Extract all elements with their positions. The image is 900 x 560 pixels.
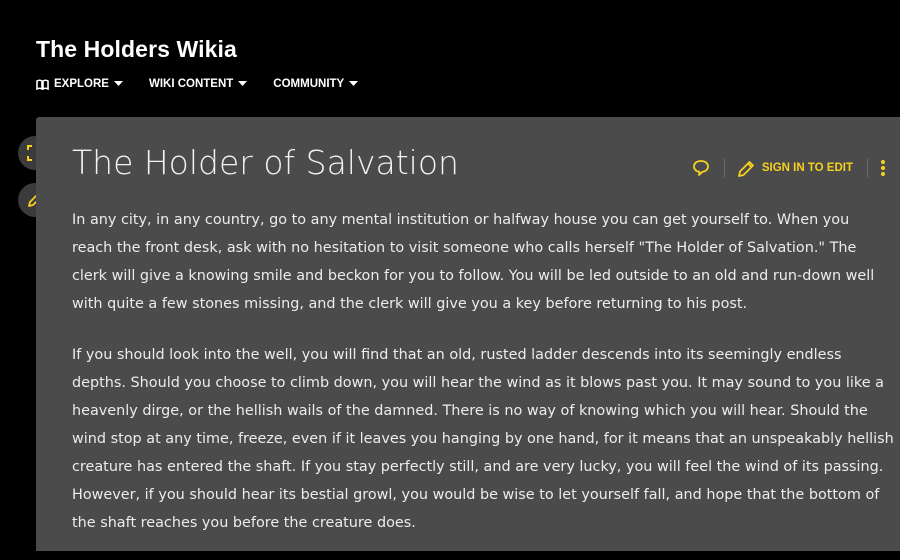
nav-explore[interactable]: EXPLORE: [36, 78, 123, 90]
actions-divider: [867, 158, 868, 178]
chevron-down-icon: [349, 81, 359, 86]
book-icon: [36, 78, 49, 90]
site-title[interactable]: The Holders Wikia: [36, 36, 237, 63]
more-options-button[interactable]: [880, 159, 886, 177]
paragraph: If you should look into the well, you wi…: [72, 347, 894, 531]
article-content: The Holder of Salvation SIGN IN TO EDIT …: [36, 117, 900, 551]
chevron-down-icon: [113, 81, 123, 86]
comments-button[interactable]: [692, 159, 710, 177]
article-body: In any city, in any country, go to any m…: [72, 206, 894, 560]
page-actions: SIGN IN TO EDIT: [692, 155, 886, 181]
sign-in-to-edit-button[interactable]: SIGN IN TO EDIT: [737, 159, 853, 178]
top-navigation: EXPLORE WIKI CONTENT COMMUNITY: [36, 78, 359, 90]
actions-divider: [723, 158, 725, 178]
chevron-down-icon: [238, 81, 248, 86]
paragraph: In any city, in any country, go to any m…: [72, 212, 875, 312]
speech-bubble-icon: [692, 160, 709, 176]
nav-explore-label: EXPLORE: [54, 78, 109, 90]
kebab-menu-icon: [881, 160, 885, 176]
pencil-icon: [737, 160, 754, 177]
nav-wiki-content[interactable]: WIKI CONTENT: [148, 78, 248, 90]
nav-wiki-content-label: WIKI CONTENT: [148, 78, 234, 90]
nav-community[interactable]: COMMUNITY: [273, 78, 359, 90]
sign-in-to-edit-label: SIGN IN TO EDIT: [761, 162, 853, 174]
page-title: The Holder of Salvation: [72, 143, 459, 182]
nav-community-label: COMMUNITY: [273, 78, 345, 90]
